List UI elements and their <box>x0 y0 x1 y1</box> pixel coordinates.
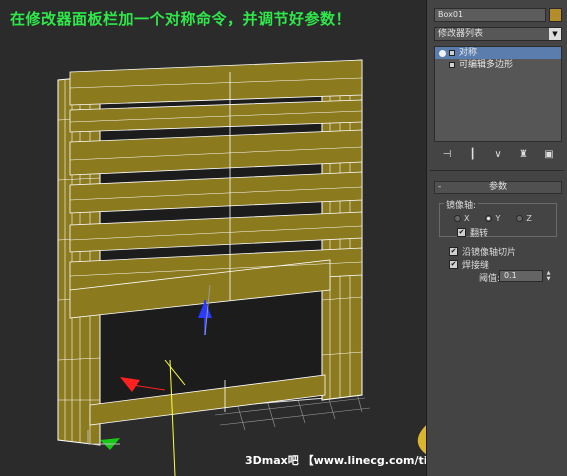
shelf-model[interactable] <box>57 59 363 446</box>
stack-toolbar: ⊣ ┃ ∨ ♜ ▣ <box>434 148 562 162</box>
slice-along-mirror-checkbox[interactable]: ✔ 沿镜像轴切片 <box>449 245 516 258</box>
mirror-axis-options: X Y Z <box>454 212 554 224</box>
stack-item-editable-poly[interactable]: 可编辑多边形 <box>435 59 561 71</box>
perspective-viewport[interactable]: 在修改器面板栏加一个对称命令，并调节好参数！ 3Dmax吧 【www.linec… <box>0 0 426 476</box>
command-panel: Box01 修改器列表 ▼ 对称 可编辑多边形 ⊣ ┃ ∨ ♜ ▣ - 参数 镜… <box>426 0 567 476</box>
axis-x-radio[interactable]: X <box>454 212 469 224</box>
axis-label: Z <box>526 213 532 223</box>
checkmark-icon: ✔ <box>449 247 458 256</box>
flip-checkbox[interactable]: ✔ 翻转 <box>457 226 488 239</box>
base-object-icon <box>449 62 455 68</box>
configure-sets-icon[interactable]: ▣ <box>542 148 556 162</box>
checkmark-icon: ✔ <box>457 228 466 237</box>
watermark-text: 3Dmax吧 【www.linecg.com/tieba/1771】 <box>245 454 426 467</box>
rollout-toggle: - <box>438 182 442 192</box>
divider <box>430 170 564 171</box>
weld-label: 焊接缝 <box>462 261 490 271</box>
checkmark-icon: ✔ <box>449 260 458 269</box>
radio-icon <box>454 214 461 222</box>
threshold-input[interactable]: 0.1 <box>499 270 543 282</box>
spinner-arrows-icon[interactable]: ▲ ▼ <box>545 270 552 282</box>
radio-selected-icon <box>485 214 493 222</box>
scene <box>57 59 426 476</box>
rollout-title: 参数 <box>488 182 507 192</box>
modifier-list-label: 修改器列表 <box>438 29 484 39</box>
axis-label: Y <box>495 213 501 223</box>
axis-label: X <box>464 213 470 223</box>
mirror-axis-label: 镜像轴: <box>444 198 479 211</box>
flip-label: 翻转 <box>470 229 489 239</box>
instruction-text: 在修改器面板栏加一个对称命令，并调节好参数！ <box>10 10 352 28</box>
stack-item-label: 对称 <box>459 48 478 58</box>
stack-item-symmetry[interactable]: 对称 <box>435 47 561 59</box>
modifier-icon <box>449 50 455 56</box>
stack-item-label: 可编辑多边形 <box>459 60 514 70</box>
parameters-rollout-header[interactable]: - 参数 <box>434 181 562 194</box>
lightbulb-icon[interactable] <box>439 49 446 57</box>
weld-seam-checkbox[interactable]: ✔ 焊接缝 <box>449 258 489 271</box>
show-end-result-icon[interactable]: ┃ <box>466 148 480 162</box>
modifier-stack: 对称 可编辑多边形 <box>434 46 562 142</box>
modifier-list-dropdown[interactable]: 修改器列表 ▼ <box>434 27 562 41</box>
axis-y-radio[interactable]: Y <box>485 212 500 224</box>
make-unique-icon[interactable]: ∨ <box>491 148 505 162</box>
object-color-swatch[interactable] <box>549 8 562 22</box>
pin-stack-icon[interactable]: ⊣ <box>440 148 454 162</box>
remove-modifier-icon[interactable]: ♜ <box>517 148 531 162</box>
axis-z-radio[interactable]: Z <box>516 212 532 224</box>
radio-icon <box>516 214 524 222</box>
dropdown-arrow-icon: ▼ <box>549 28 561 40</box>
slice-label: 沿镜像轴切片 <box>462 248 517 258</box>
threshold-label: 阈值: <box>479 274 501 284</box>
object-name-field[interactable]: Box01 <box>434 8 546 22</box>
